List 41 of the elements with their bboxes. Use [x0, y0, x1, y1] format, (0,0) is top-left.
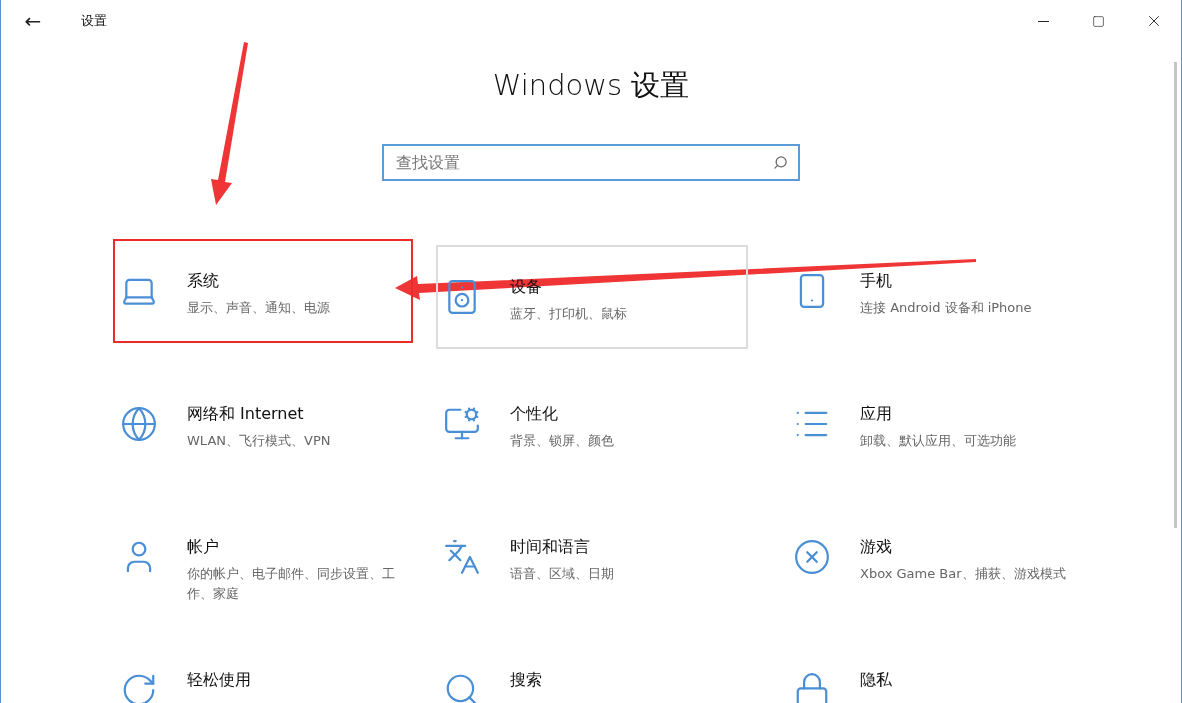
settings-tile[interactable]: 系统 显示、声音、通知、电源 — [113, 239, 413, 343]
tile-description: WLAN、飞行模式、VPN — [187, 432, 331, 450]
settings-tile[interactable]: 游戏 Xbox Game Bar、捕获、游戏模式 — [786, 505, 1086, 609]
page-heading: Windows 设置 — [491, 67, 691, 104]
tile-description: 连接 Android 设备和 iPhone — [860, 299, 1032, 317]
tile-description: 你的帐户、电子邮件、同步设置、工作、家庭 — [187, 565, 396, 603]
tile-title: 搜索 — [510, 670, 542, 691]
tile-description: 蓝牙、打印机、鼠标 — [510, 305, 627, 323]
window-title: 设置 — [81, 12, 107, 30]
tile-title: 轻松使用 — [187, 670, 251, 691]
tile-description: 背景、锁屏、颜色 — [510, 432, 614, 450]
settings-tile[interactable]: 网络和 Internet WLAN、飞行模式、VPN — [113, 372, 413, 476]
tile-title: 时间和语言 — [510, 537, 591, 558]
back-button[interactable]: ← — [21, 9, 45, 33]
tile-title: 系统 — [187, 271, 220, 292]
tile-title: 帐户 — [187, 537, 220, 558]
settings-tile[interactable]: 应用 卸载、默认应用、可选功能 — [786, 372, 1086, 476]
settings-tile[interactable]: 帐户 你的帐户、电子邮件、同步设置、工作、家庭 — [113, 505, 413, 609]
settings-tile[interactable]: 时间和语言 语音、区域、日期 — [436, 505, 736, 609]
settings-tile[interactable]: 手机 连接 Android 设备和 iPhone — [786, 239, 1086, 343]
tile-title: 应用 — [860, 404, 893, 425]
language-icon — [442, 537, 482, 577]
tile-title: 个性化 — [510, 404, 559, 425]
settings-tile[interactable]: 隐私 — [786, 638, 1086, 703]
tile-title: 网络和 Internet — [187, 404, 305, 425]
tile-title: 游戏 — [860, 537, 893, 558]
settings-tile[interactable]: 轻松使用 — [113, 638, 413, 703]
tile-title: 手机 — [860, 271, 893, 292]
settings-tile[interactable]: 个性化 背景、锁屏、颜色 — [436, 372, 736, 476]
tile-description: 卸载、默认应用、可选功能 — [860, 432, 1016, 450]
tile-description: 显示、声音、通知、电源 — [187, 299, 330, 317]
tile-description: Xbox Game Bar、捕获、游戏模式 — [860, 565, 1066, 583]
maximize-icon — [1092, 14, 1105, 28]
tile-description: 语音、区域、日期 — [510, 565, 614, 583]
search-icon — [773, 155, 788, 170]
settings-tile[interactable]: 搜索 — [436, 638, 736, 703]
globe-icon — [119, 404, 159, 444]
search-field[interactable]: 查找设置 — [382, 144, 800, 181]
x-circle-icon — [792, 537, 832, 577]
minimize-icon — [1038, 20, 1049, 22]
tile-title: 隐私 — [860, 670, 892, 691]
